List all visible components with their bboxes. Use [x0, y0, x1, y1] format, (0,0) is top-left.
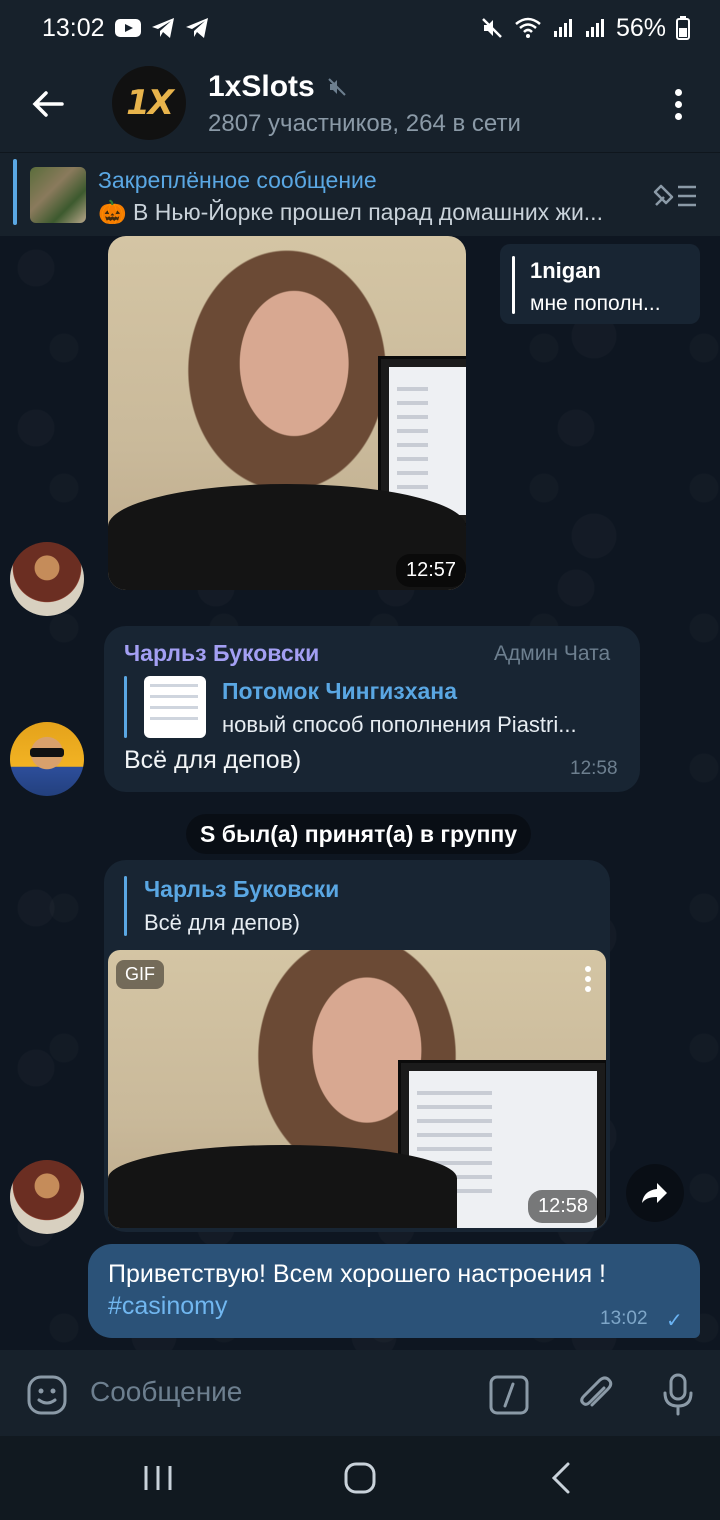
gif-options-icon[interactable] [582, 964, 594, 998]
sent-check-icon: ✓ [666, 1310, 683, 1332]
telegram-icon [151, 18, 174, 38]
admin-badge: Админ Чата [494, 642, 611, 665]
message-time: 13:02 [600, 1308, 648, 1329]
system-nav-bar [0, 1436, 720, 1520]
chat-header: 1X 1xSlots 2807 участников, 264 в сети [0, 56, 720, 152]
youtube-icon [114, 19, 141, 37]
recent-apps-icon[interactable] [138, 1460, 178, 1496]
back-arrow-icon[interactable] [28, 84, 68, 124]
telegram-icon [185, 18, 208, 38]
battery-percent: 56% [615, 13, 666, 42]
user-avatar[interactable] [10, 1160, 84, 1234]
message-time: 12:58 [570, 758, 618, 779]
quote-author: Чарльз Буковски [144, 876, 340, 902]
microphone-icon[interactable] [660, 1372, 696, 1416]
hashtag-link[interactable]: #casinomy [108, 1292, 228, 1321]
pinned-title: Закреплённое сообщение [98, 167, 377, 193]
more-options-icon[interactable] [664, 86, 692, 126]
group-avatar[interactable]: 1X [112, 66, 186, 140]
user-avatar[interactable] [10, 722, 84, 796]
mute-icon [482, 18, 502, 38]
wifi-icon [515, 17, 541, 38]
group-title[interactable]: 1xSlots [208, 70, 347, 104]
group-logo: 1X [126, 83, 174, 123]
message-bubble[interactable]: Чарльз Буковски Админ Чата Потомок Чинги… [104, 626, 640, 792]
reply-preview[interactable]: 1nigan мне пополн... [500, 244, 700, 324]
message-time: 12:57 [396, 554, 466, 587]
message-text: Всё для депов) [124, 746, 302, 774]
user-avatar[interactable] [10, 542, 84, 616]
muted-icon [328, 78, 346, 96]
attach-icon[interactable] [574, 1374, 616, 1416]
gif-message-bubble[interactable]: Чарльз Буковски Всё для депов) GIF 12:58 [104, 860, 610, 1232]
status-bar: 13:02 56% [0, 0, 720, 56]
back-nav-icon[interactable] [542, 1460, 582, 1496]
photo-message[interactable]: 12:57 [108, 236, 466, 590]
emoji-icon[interactable] [26, 1374, 68, 1416]
quote-author: Потомок Чингизхана [222, 678, 457, 704]
status-time: 13:02 [42, 13, 105, 42]
bot-command-icon[interactable] [488, 1374, 530, 1416]
home-icon[interactable] [340, 1460, 380, 1496]
pinned-text: 🎃 В Нью-Йорке прошел парад домашних жи..… [98, 199, 603, 225]
own-message-bubble[interactable]: Приветствую! Всем хорошего настроения ! … [88, 1244, 700, 1338]
signal-icon [585, 19, 604, 37]
message-time: 12:58 [528, 1190, 599, 1223]
signal-icon [553, 19, 572, 37]
chat-history[interactable]: 12:57 1nigan мне пополн... Чарльз Буковс… [0, 236, 720, 1350]
battery-icon [676, 16, 690, 40]
gif-media[interactable]: GIF 12:58 [108, 950, 606, 1228]
message-text: Приветствую! Всем хорошего настроения ! [108, 1260, 606, 1288]
group-name: 1xSlots [208, 70, 315, 103]
share-arrow-icon [642, 1183, 667, 1203]
pinned-thumbnail [30, 167, 86, 223]
quote-text: Всё для депов) [144, 910, 300, 935]
message-input[interactable]: Сообщение [90, 1376, 242, 1408]
reply-author: 1nigan [530, 258, 601, 283]
pinned-message-bar[interactable]: Закреплённое сообщение 🎃 В Нью-Йорке про… [0, 152, 720, 236]
group-members-count: 2807 участников, 264 в сети [208, 110, 521, 137]
gif-badge: GIF [116, 960, 164, 989]
service-message: S был(а) принят(а) в группу [186, 814, 532, 854]
sender-name[interactable]: Чарльз Буковски [124, 640, 319, 667]
quote-text: новый способ пополнения Piastri... [222, 712, 577, 737]
forward-button[interactable] [626, 1164, 684, 1222]
message-composer: Сообщение [0, 1350, 720, 1436]
pinned-list-icon[interactable] [652, 181, 698, 211]
quote-thumbnail [144, 676, 206, 738]
pinned-indicator [13, 159, 17, 225]
reply-text: мне пополн... [530, 292, 661, 315]
